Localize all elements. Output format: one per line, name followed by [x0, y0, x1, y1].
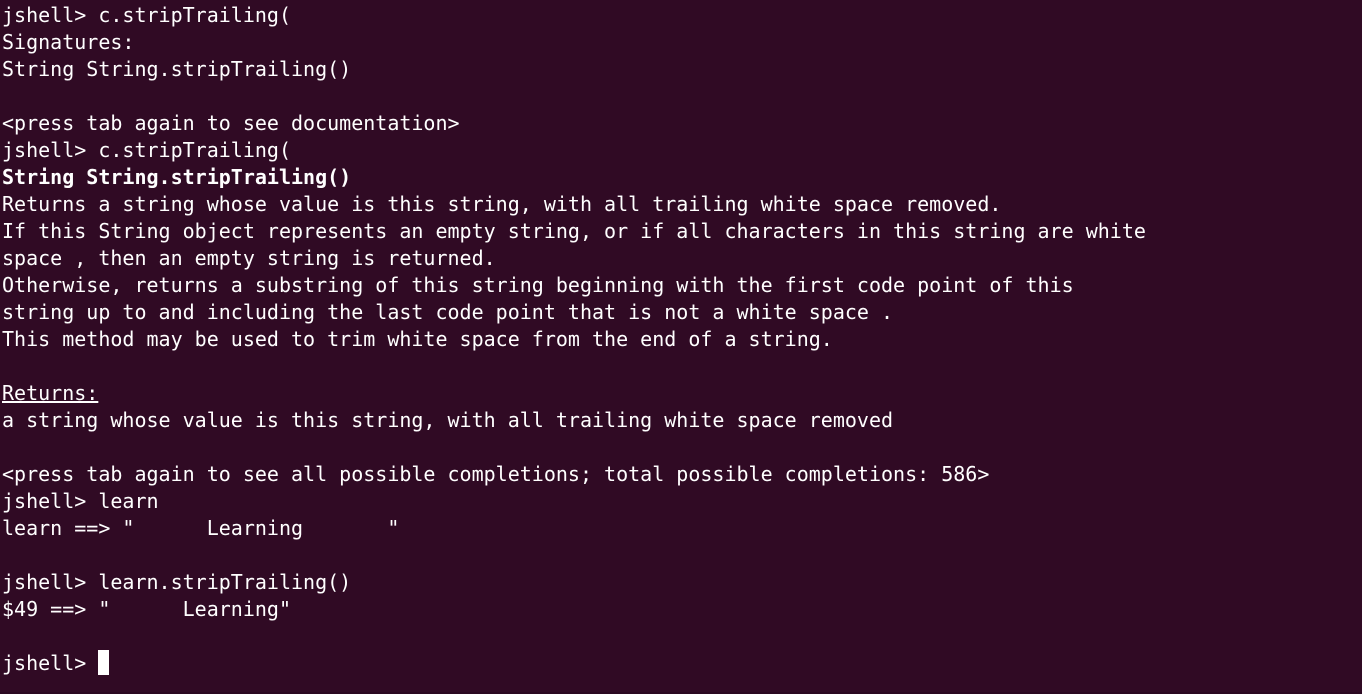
terminal-line: <press tab again to see documentation>: [2, 111, 460, 135]
terminal-line: space , then an empty string is returned…: [2, 246, 496, 270]
terminal-line: jshell> c.stripTrailing(: [2, 3, 291, 27]
text-cursor[interactable]: [98, 650, 110, 675]
terminal-line: If this String object represents an empt…: [2, 219, 1146, 243]
terminal-window[interactable]: jshell> c.stripTrailing( Signatures: Str…: [0, 0, 1362, 694]
terminal-line: This method may be used to trim white sp…: [2, 327, 833, 351]
terminal-line: Otherwise, returns a substring of this s…: [2, 273, 1074, 297]
terminal-line: $49 ==> " Learning": [2, 597, 291, 621]
terminal-line: jshell> learn: [2, 489, 159, 513]
shell-prompt: jshell>: [2, 651, 99, 675]
terminal-line: jshell> learn.stripTrailing(): [2, 570, 352, 594]
returns-heading-line: Returns:: [2, 380, 1362, 407]
method-signature-heading: String String.stripTrailing(): [2, 165, 352, 189]
terminal-line: Returns a string whose value is this str…: [2, 192, 1002, 216]
returns-heading: Returns:: [2, 381, 99, 405]
terminal-line: String String.stripTrailing(): [2, 57, 352, 81]
terminal-line: Signatures:: [2, 30, 135, 54]
terminal-line: string up to and including the last code…: [2, 300, 894, 324]
terminal-line: jshell> c.stripTrailing(: [2, 138, 291, 162]
terminal-line: learn ==> " Learning ": [2, 516, 400, 540]
active-prompt-line[interactable]: jshell>: [2, 650, 1362, 677]
terminal-line: <press tab again to see all possible com…: [2, 462, 990, 486]
terminal-line: a string whose value is this string, wit…: [2, 408, 894, 432]
